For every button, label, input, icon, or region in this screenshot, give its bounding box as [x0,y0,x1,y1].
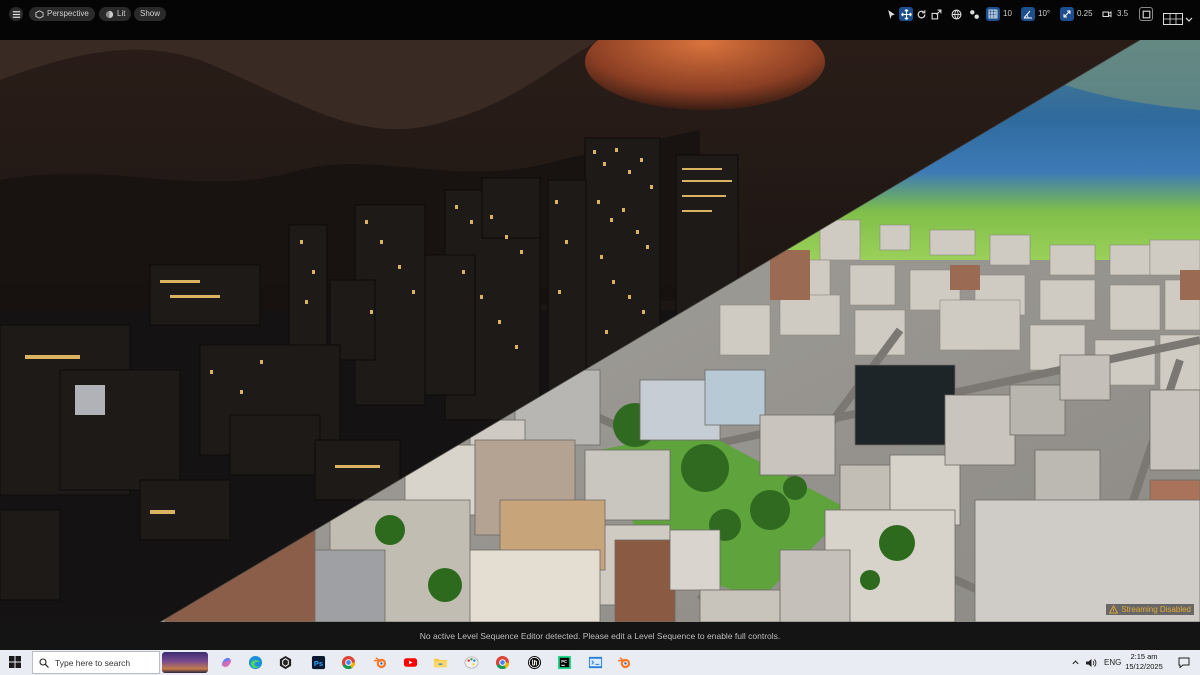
news-widget[interactable] [162,652,208,673]
select-tool-icon[interactable] [884,7,898,21]
input-language[interactable]: ENG [1104,650,1121,675]
speaker-icon[interactable] [1085,658,1097,668]
rotation-snap-control[interactable]: 10° [1021,7,1050,21]
sequencer-message: No active Level Sequence Editor detected… [419,631,781,641]
world-space-icon[interactable] [949,7,963,21]
grid-snap-value[interactable]: 10 [1003,7,1012,21]
scale-snap-icon[interactable] [1060,7,1074,21]
hamburger-icon[interactable] [9,7,23,21]
camera-speed-control[interactable]: 3.5 [1100,7,1128,21]
chrome-icon[interactable] [340,654,357,671]
rotation-snap-icon[interactable] [1021,7,1035,21]
maximize-viewport-icon[interactable] [1139,7,1153,21]
scale-snap-value[interactable]: 0.25 [1077,7,1093,21]
notifications-icon[interactable] [1178,657,1190,668]
pycharm-icon[interactable]: PC [556,654,573,671]
blender-icon[interactable] [616,654,633,671]
show-button[interactable]: Show [134,7,167,21]
scale-tool-icon[interactable] [929,7,943,21]
chrome-icon[interactable] [494,654,511,671]
rotation-snap-value[interactable]: 10° [1038,7,1050,21]
unreal-engine-icon[interactable] [526,654,543,671]
windows-taskbar: Type here to search Ps PC ENG 2:15 am 15… [0,650,1200,675]
streaming-status: Streaming Disabled [1106,604,1194,615]
translate-tool-icon[interactable] [899,7,913,21]
search-placeholder: Type here to search [55,657,131,668]
scale-snap-control[interactable]: 0.25 [1060,7,1093,21]
layout-icon[interactable] [1162,12,1184,26]
edge-icon[interactable] [247,654,264,671]
language-label[interactable]: ENG [1104,658,1121,667]
camera-speed-value[interactable]: 3.5 [1117,7,1128,21]
surface-snap-icon[interactable] [967,7,981,21]
sequencer-status-bar: No active Level Sequence Editor detected… [0,622,1200,650]
taskbar-clock[interactable]: 2:15 am 15/12/2025 [1124,652,1164,672]
rotate-tool-icon[interactable] [914,7,928,21]
search-icon [39,657,49,668]
vscode-icon[interactable] [587,654,604,671]
unity-icon[interactable] [277,654,294,671]
viewport-toolbar: Perspective Lit Show 10 10° 0.25 3.5 [0,0,1200,40]
perspective-button[interactable]: Perspective [29,7,95,21]
grid-snap-icon[interactable] [986,7,1000,21]
grid-snap-control[interactable]: 10 [986,7,1012,21]
clock-date: 15/12/2025 [1125,662,1163,671]
level-viewport[interactable] [0,40,1200,622]
chevron-down-icon[interactable] [1184,12,1194,26]
cube-icon [35,9,44,19]
warning-icon [1109,605,1119,614]
volume-control[interactable] [1085,650,1097,675]
show-label: Show [140,9,161,18]
perspective-label: Perspective [47,9,89,18]
copilot-icon[interactable] [218,654,235,671]
svg-text:PC: PC [561,659,567,664]
clock-time: 2:15 am [1130,652,1158,661]
city-scene-render [0,40,1200,622]
paint-icon[interactable] [463,654,480,671]
show-hidden-icons[interactable] [1071,650,1080,675]
lit-sphere-icon [105,10,114,18]
photoshop-icon[interactable]: Ps [310,654,327,671]
file-explorer-icon[interactable] [432,654,449,671]
taskbar-search-box[interactable]: Type here to search [32,651,160,674]
svg-text:Ps: Ps [314,659,323,668]
blender-icon[interactable] [372,654,389,671]
lit-button[interactable]: Lit [99,7,132,21]
streaming-status-text: Streaming Disabled [1121,605,1191,614]
lit-label: Lit [117,9,126,18]
windows-start-icon[interactable] [9,656,21,668]
youtube-icon[interactable] [402,654,419,671]
camera-icon[interactable] [1100,7,1114,21]
chevron-up-icon[interactable] [1071,658,1080,667]
